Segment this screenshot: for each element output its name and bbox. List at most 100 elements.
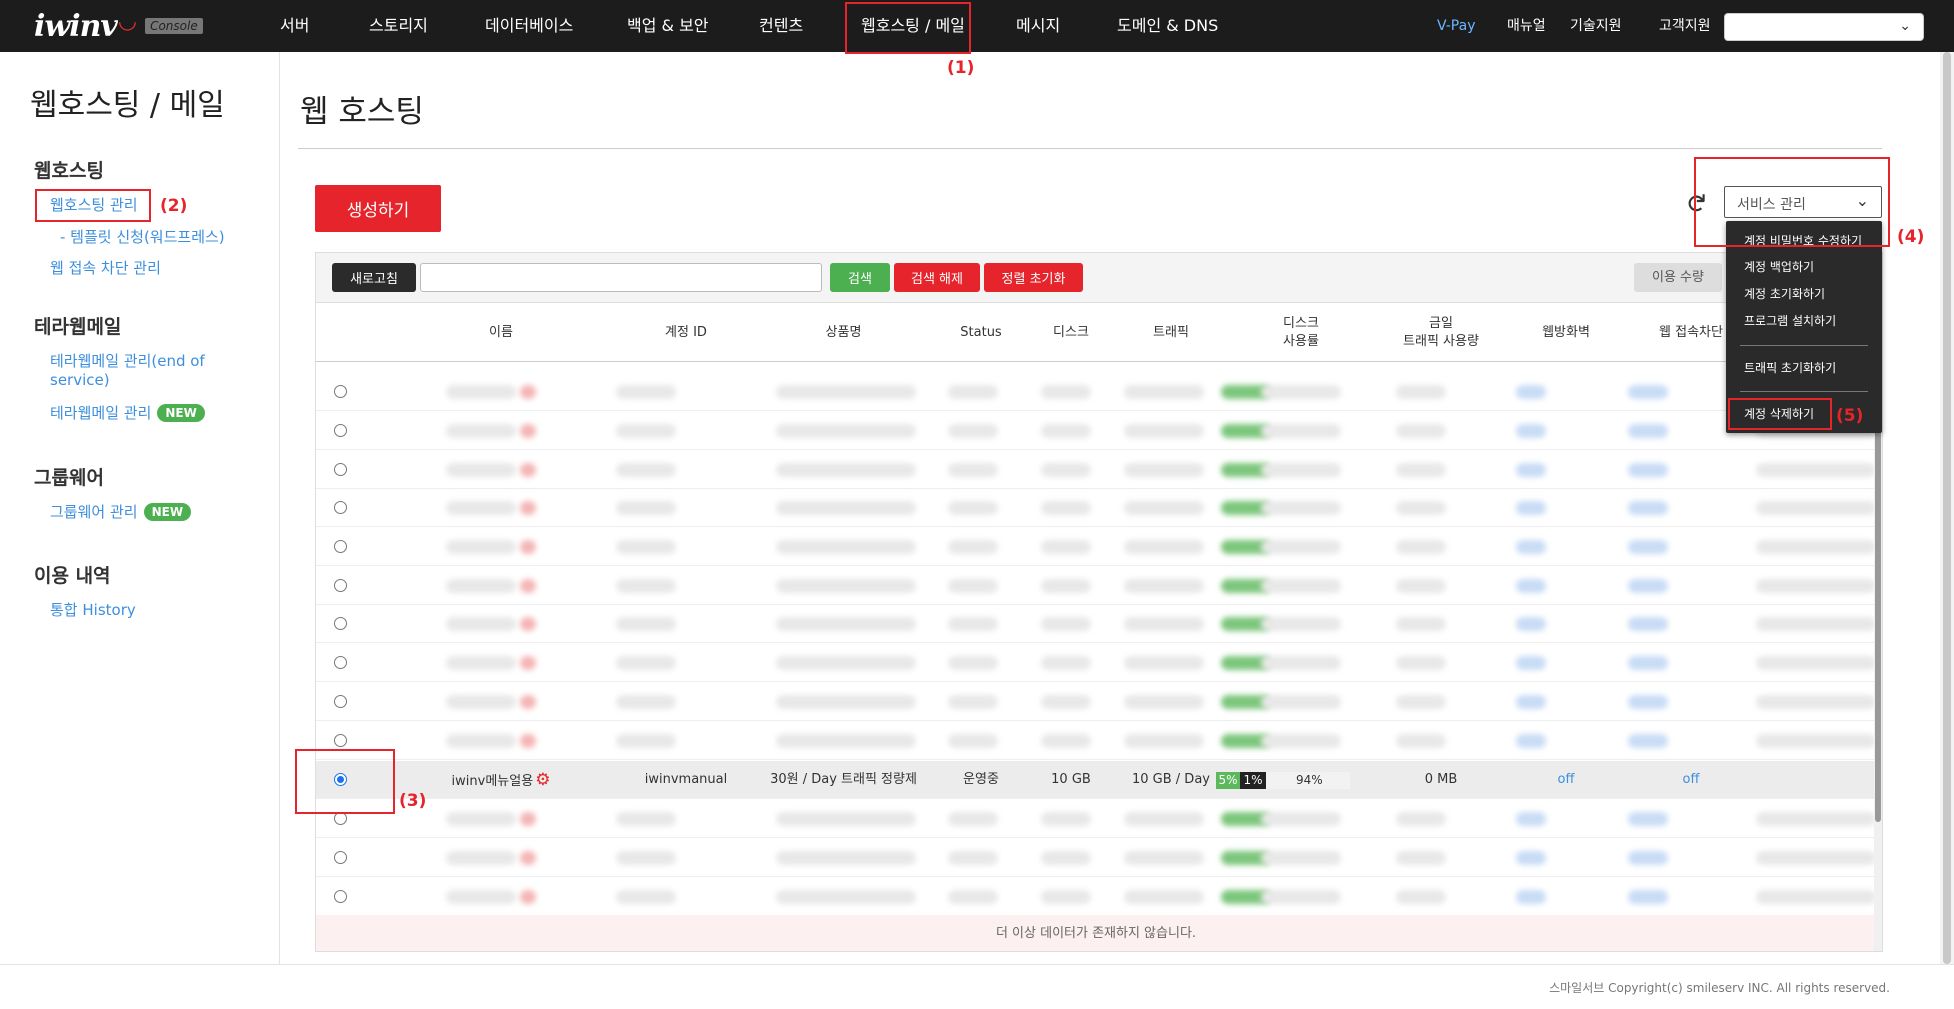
row-radio[interactable] <box>334 501 347 514</box>
obscured-cell <box>1041 695 1091 709</box>
obscured-cell <box>948 890 998 904</box>
table-row[interactable] <box>316 683 1876 721</box>
account-select[interactable]: ⌄ <box>1724 13 1924 41</box>
header-disk-usage[interactable]: 디스크 사용률 <box>1231 304 1371 362</box>
header-product[interactable]: 상품명 <box>756 304 931 362</box>
create-button[interactable]: 생성하기 <box>315 185 441 232</box>
iwinv-logo[interactable]: iwinv ◡ Console <box>34 8 203 44</box>
smile-icon: ◡ <box>117 8 138 34</box>
header-status[interactable]: Status <box>931 304 1031 362</box>
nav-item-backup-security[interactable]: 백업 & 보안 <box>627 0 709 52</box>
menu-reset-account[interactable]: 계정 초기화하기 <box>1744 285 1825 302</box>
row-waf-toggle[interactable]: off <box>1511 761 1621 799</box>
refresh-button[interactable]: 새로고침 <box>332 263 416 292</box>
obscured-gear-icon <box>520 656 536 670</box>
reset-sort-button[interactable]: 정렬 초기화 <box>984 263 1083 292</box>
sidebar-link-terawebmail-eos-2[interactable]: service) <box>50 371 110 389</box>
table-row[interactable] <box>316 644 1876 682</box>
row-radio[interactable] <box>334 851 347 864</box>
row-radio[interactable] <box>334 385 347 398</box>
table-row[interactable] <box>316 489 1876 527</box>
menu-divider <box>1740 345 1868 346</box>
obscured-cell <box>1041 385 1091 399</box>
obscured-cell <box>1261 385 1341 399</box>
clear-search-button[interactable]: 검색 해제 <box>894 263 980 292</box>
table-row[interactable] <box>316 878 1876 916</box>
table-row-selected[interactable]: iwinv메뉴얼용 ⚙ iwinvmanual 30원 / Day 트래픽 정량제… <box>316 761 1876 799</box>
table-row[interactable] <box>316 839 1876 877</box>
sidebar-link-groupware-manage[interactable]: 그룹웨어 관리 NEW <box>50 501 192 522</box>
header-waf[interactable]: 웹방화벽 <box>1511 304 1621 362</box>
row-radio[interactable] <box>334 734 347 747</box>
nav-item-domain-dns[interactable]: 도메인 & DNS <box>1117 0 1218 52</box>
row-radio[interactable] <box>334 424 347 437</box>
gear-icon[interactable]: ⚙ <box>535 770 550 790</box>
header-name[interactable]: 이름 <box>396 304 606 362</box>
page-scrollbar[interactable] <box>1940 52 1954 964</box>
row-name-cell: iwinv메뉴얼용 ⚙ <box>396 761 606 799</box>
row-radio[interactable] <box>334 695 347 708</box>
search-input[interactable] <box>420 263 822 292</box>
sidebar-link-terawebmail-eos[interactable]: 테라웹메일 관리(end of <box>50 350 205 371</box>
sidebar-heading-terawebmail: 테라웹메일 <box>34 316 122 338</box>
table-row[interactable] <box>316 567 1876 605</box>
top-navigation-bar: iwinv ◡ Console 서버 스토리지 데이터베이스 백업 & 보안 컨… <box>0 0 1954 52</box>
row-account-id: iwinvmanual <box>644 772 728 787</box>
obscured-cell <box>776 617 916 631</box>
nav-tech-support[interactable]: 기술지원 <box>1570 0 1622 52</box>
obscured-gear-icon <box>520 851 536 865</box>
chevron-down-icon: ⌄ <box>1899 18 1911 34</box>
obscured-cell <box>1756 695 1876 709</box>
row-radio[interactable] <box>334 656 347 669</box>
new-badge: NEW <box>143 503 192 521</box>
obscured-cell <box>1261 890 1341 904</box>
search-button[interactable]: 검색 <box>830 263 890 292</box>
row-radio[interactable] <box>334 579 347 592</box>
nav-item-storage[interactable]: 스토리지 <box>369 0 428 52</box>
row-today-traffic: 0 MB <box>1424 772 1458 787</box>
header-traffic[interactable]: 트래픽 <box>1111 304 1231 362</box>
table-scrollbar[interactable] <box>1874 362 1882 951</box>
row-radio[interactable] <box>334 463 347 476</box>
nav-item-contents[interactable]: 컨텐츠 <box>759 0 803 52</box>
obscured-cell <box>1124 890 1204 904</box>
nav-manual[interactable]: 매뉴얼 <box>1507 0 1546 52</box>
obscured-cell <box>948 656 998 670</box>
scrollbar-thumb[interactable] <box>1943 52 1951 964</box>
row-radio[interactable] <box>334 617 347 630</box>
sidebar-link-terawebmail-manage[interactable]: 테라웹메일 관리 NEW <box>50 402 205 423</box>
nav-item-server[interactable]: 서버 <box>280 0 309 52</box>
row-radio[interactable] <box>334 890 347 903</box>
nav-customer-support[interactable]: 고객지원 <box>1659 0 1711 52</box>
table-row[interactable] <box>316 412 1876 450</box>
obscured-cell <box>1124 656 1204 670</box>
header-today-traffic[interactable]: 금일 트래픽 사용량 <box>1371 304 1511 362</box>
nav-vpay[interactable]: V-Pay <box>1437 0 1476 52</box>
obscured-gear-icon <box>520 424 536 438</box>
sidebar-link-web-block[interactable]: 웹 접속 차단 관리 <box>50 257 161 278</box>
menu-reset-traffic[interactable]: 트래픽 초기화하기 <box>1744 359 1836 376</box>
table-row[interactable] <box>316 373 1876 411</box>
nav-item-message[interactable]: 메시지 <box>1016 0 1060 52</box>
obscured-cell <box>446 463 516 477</box>
menu-backup-account[interactable]: 계정 백업하기 <box>1744 258 1814 275</box>
header-account-id[interactable]: 계정 ID <box>616 304 756 362</box>
nav-item-database[interactable]: 데이터베이스 <box>485 0 573 52</box>
obscured-cell <box>1516 579 1546 593</box>
row-web-block-toggle[interactable]: off <box>1621 761 1761 799</box>
table-row[interactable] <box>316 528 1876 566</box>
row-radio[interactable] <box>334 540 347 553</box>
menu-install-program[interactable]: 프로그램 설치하기 <box>1744 312 1836 329</box>
sidebar-link-template-request[interactable]: - 템플릿 신청(워드프레스) <box>60 226 225 247</box>
annotation-box-2 <box>35 189 151 222</box>
usage-count-button[interactable]: 이용 수량 <box>1634 263 1722 292</box>
table-row[interactable] <box>316 722 1876 760</box>
sidebar-link-history[interactable]: 통합 History <box>50 599 136 620</box>
obscured-cell <box>776 851 916 865</box>
obscured-cell <box>1396 617 1446 631</box>
table-row[interactable] <box>316 800 1876 838</box>
table-row[interactable] <box>316 605 1876 643</box>
header-disk[interactable]: 디스크 <box>1031 304 1111 362</box>
obscured-cell <box>1261 424 1341 438</box>
table-row[interactable] <box>316 451 1876 489</box>
